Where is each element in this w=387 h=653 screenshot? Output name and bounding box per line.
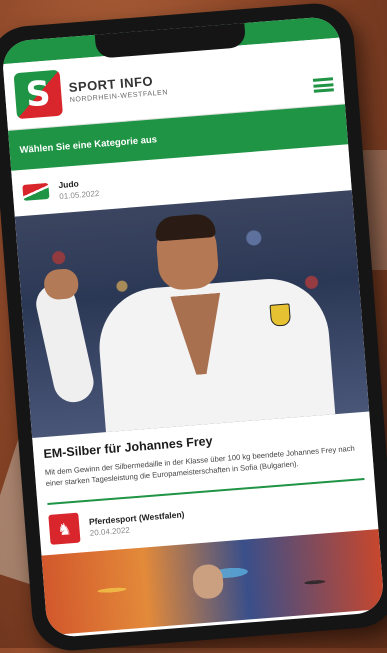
judo-category-icon	[22, 182, 50, 201]
eagle-crest-icon	[269, 303, 291, 327]
photo-person	[191, 563, 225, 600]
sport-info-logo-icon[interactable]: S	[13, 69, 64, 120]
horse-category-icon: ♞	[48, 512, 81, 545]
category-prompt: Wählen Sie eine Kategorie aus	[19, 133, 158, 156]
phone-device: S SPORT INFO NORDRHEIN-WESTFALEN Wählen …	[0, 0, 387, 653]
brand-block: SPORT INFO NORDRHEIN-WESTFALEN	[68, 72, 168, 104]
article-date: 01.05.2022	[58, 188, 100, 201]
app-screen: S SPORT INFO NORDRHEIN-WESTFALEN Wählen …	[1, 15, 385, 639]
article-category: Judo	[58, 178, 80, 190]
article-photo[interactable]	[14, 190, 370, 438]
hamburger-menu-icon[interactable]	[312, 77, 334, 93]
